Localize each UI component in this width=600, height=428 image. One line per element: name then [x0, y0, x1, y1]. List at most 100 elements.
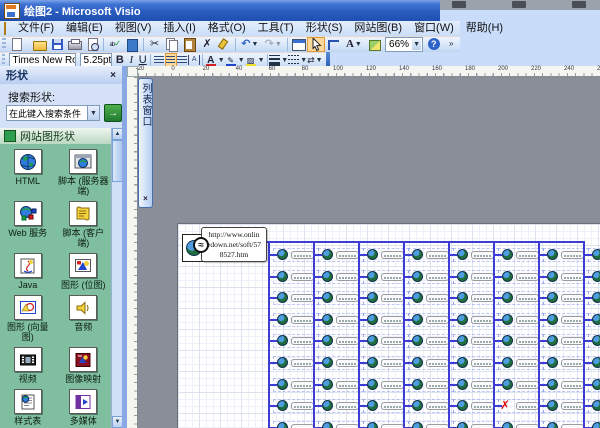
stencil-scrollbar[interactable]: ▲ ▼ [111, 128, 122, 428]
drawing-canvas[interactable]: ✗ ≈ http://www.onlin edown.net/soft/57 8… [138, 77, 600, 428]
site-node[interactable] [364, 422, 408, 428]
site-node[interactable] [454, 357, 498, 369]
menu-item-1[interactable]: 编辑(E) [60, 21, 109, 36]
stencil-item-6[interactable]: 图形 (向量图) [0, 295, 56, 342]
site-node[interactable] [544, 292, 588, 304]
toolbar-grip[interactable] [2, 38, 6, 50]
stencil-item-10[interactable]: 样式表 [0, 389, 56, 426]
site-node[interactable] [409, 422, 453, 428]
site-node[interactable] [319, 249, 363, 261]
toolbar-options-button[interactable]: » [443, 37, 460, 52]
site-node[interactable] [544, 335, 588, 347]
site-node[interactable] [544, 249, 588, 261]
site-node[interactable] [409, 400, 453, 412]
stencil-item-11[interactable]: 多媒体 [56, 389, 112, 426]
site-node[interactable] [409, 271, 453, 283]
site-node[interactable] [409, 335, 453, 347]
site-node[interactable] [544, 271, 588, 283]
site-node[interactable] [499, 379, 543, 391]
redo-button[interactable]: ↷▼ [262, 37, 285, 52]
site-node[interactable] [364, 357, 408, 369]
site-node[interactable] [544, 422, 588, 428]
menu-item-2[interactable]: 视图(V) [109, 21, 158, 36]
site-node[interactable] [274, 271, 318, 283]
search-input[interactable] [6, 105, 88, 121]
site-node[interactable] [409, 292, 453, 304]
menu-item-8[interactable]: 窗口(W) [408, 21, 460, 36]
menu-item-6[interactable]: 形状(S) [300, 21, 349, 36]
text-tool-button[interactable]: A▼ [342, 37, 365, 52]
site-node[interactable] [544, 400, 588, 412]
stencil-item-5[interactable]: 图形 (位图) [56, 253, 112, 290]
site-node[interactable] [589, 400, 600, 412]
site-node[interactable] [319, 292, 363, 304]
site-node[interactable] [589, 379, 600, 391]
site-node[interactable] [544, 314, 588, 326]
copy-button[interactable] [163, 37, 180, 52]
site-node[interactable] [499, 292, 543, 304]
toolbar-grip[interactable] [2, 54, 5, 66]
site-node[interactable] [364, 271, 408, 283]
paste-button[interactable] [181, 37, 198, 52]
stencil-item-9[interactable]: 图像映射 [56, 347, 112, 384]
site-node[interactable] [364, 335, 408, 347]
site-node[interactable] [319, 271, 363, 283]
site-node[interactable] [364, 249, 408, 261]
save-button[interactable] [49, 37, 66, 52]
stencil-item-0[interactable]: HTML [0, 149, 56, 196]
site-node[interactable] [589, 357, 600, 369]
list-window-tab[interactable]: 列表窗口 × [138, 78, 153, 208]
stencil-title-bar[interactable]: 网站图形状 [0, 128, 122, 145]
theme-button[interactable] [366, 37, 383, 52]
close-icon[interactable]: × [143, 194, 148, 203]
site-node[interactable] [364, 292, 408, 304]
research-button[interactable] [123, 37, 140, 52]
site-node[interactable] [454, 292, 498, 304]
menu-item-0[interactable]: 文件(F) [12, 21, 60, 36]
site-node[interactable] [274, 422, 318, 428]
site-node[interactable] [454, 249, 498, 261]
site-node[interactable] [409, 314, 453, 326]
site-node[interactable] [499, 357, 543, 369]
site-node[interactable] [589, 271, 600, 283]
site-node[interactable] [319, 357, 363, 369]
pointer-tool-button[interactable] [307, 37, 325, 52]
search-history-dropdown[interactable]: ▼ [88, 105, 100, 121]
close-icon[interactable]: × [110, 70, 116, 81]
undo-button[interactable]: ↶▼ [238, 37, 261, 52]
site-node[interactable] [409, 249, 453, 261]
site-node[interactable] [274, 335, 318, 347]
stencil-item-4[interactable]: Java [0, 253, 56, 290]
site-node[interactable] [454, 379, 498, 391]
site-node[interactable] [319, 335, 363, 347]
site-node-broken-link[interactable]: ✗ [499, 400, 543, 412]
chevron-down-icon[interactable]: ▼ [111, 55, 112, 66]
stencil-item-3[interactable]: 脚本 (客户端) [56, 201, 112, 248]
print-preview-button[interactable] [84, 37, 101, 52]
drawing-explorer-button[interactable] [290, 37, 307, 52]
spelling-button[interactable]: ab✓ [106, 37, 123, 52]
site-node[interactable] [364, 379, 408, 391]
site-node[interactable] [319, 314, 363, 326]
stencil-item-2[interactable]: Web 服务 [0, 201, 56, 248]
site-node[interactable] [454, 422, 498, 428]
site-node[interactable] [499, 335, 543, 347]
new-button[interactable]: ▼ [8, 37, 31, 52]
site-node[interactable] [274, 292, 318, 304]
site-node[interactable] [409, 379, 453, 391]
format-painter-button[interactable] [216, 37, 233, 52]
site-node[interactable] [544, 379, 588, 391]
site-node[interactable] [274, 400, 318, 412]
cut-button[interactable]: ✂ [146, 37, 163, 52]
site-node[interactable] [499, 422, 543, 428]
site-node[interactable] [454, 400, 498, 412]
drawing-document-icon[interactable] [4, 22, 6, 35]
site-node[interactable] [274, 314, 318, 326]
site-node[interactable] [454, 314, 498, 326]
expand-collapse-badge[interactable]: ≈ [193, 237, 209, 253]
stencil-item-1[interactable]: 脚本 (服务器端) [56, 149, 112, 196]
menu-item-7[interactable]: 网站图(B) [348, 21, 408, 36]
site-node[interactable] [409, 357, 453, 369]
menu-item-9[interactable]: 帮助(H) [460, 21, 509, 36]
print-button[interactable] [66, 37, 83, 52]
